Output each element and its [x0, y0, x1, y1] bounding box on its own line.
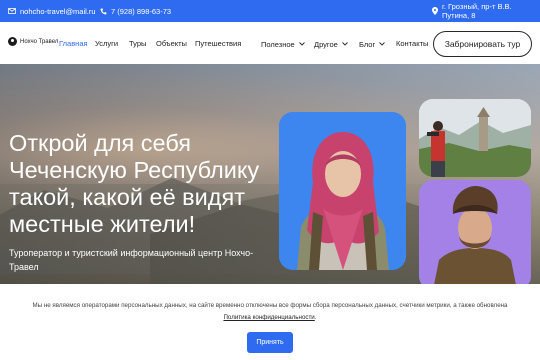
book-tour-button[interactable]: Забронировать тур: [433, 31, 532, 57]
woman-in-headscarf-image: [279, 112, 406, 270]
phone-contact[interactable]: 7 (928) 898-63-73: [100, 0, 171, 22]
phone-text: 7 (928) 898-63-73: [111, 6, 172, 16]
mail-icon: [8, 8, 16, 14]
nav-item-services[interactable]: Услуги: [95, 39, 118, 48]
cookie-notice-text: Мы не являемся операторами персональных …: [32, 302, 508, 309]
chevron-down-icon: [298, 39, 305, 48]
nav-item-travels[interactable]: Путешествия: [195, 39, 241, 48]
nav-item-other-label: Другое: [314, 40, 338, 49]
man-in-papakha-photo-card: [419, 180, 531, 290]
nav-item-blog[interactable]: Блог: [359, 39, 386, 49]
phone-icon: [100, 8, 107, 15]
nav-item-tours[interactable]: Туры: [129, 39, 146, 48]
chevron-down-icon: [379, 39, 386, 48]
nav-item-other[interactable]: Другое: [314, 39, 348, 49]
nav-item-useful[interactable]: Полезное: [261, 39, 305, 49]
address-text: г. Грозный, пр-т В.В. Путина, 8: [442, 2, 512, 20]
logo-text: Нохчо Травел: [20, 38, 59, 45]
mountain-tower-image: [419, 99, 531, 177]
man-in-papakha-image: [419, 180, 531, 290]
cookie-notice: Мы не являемся операторами персональных …: [10, 300, 530, 324]
cookie-banner: Мы не являемся операторами персональных …: [0, 284, 540, 360]
location-pin-icon: [432, 7, 438, 15]
site-logo[interactable]: Нохчо Травел: [8, 37, 58, 46]
email-text: nohcho-travel@mail.ru: [20, 6, 96, 16]
nav-item-home[interactable]: Главная: [59, 39, 88, 48]
privacy-policy-link[interactable]: Политика конфиденциальности: [223, 314, 314, 321]
chevron-down-icon: [342, 39, 348, 48]
top-contact-bar: nohcho-travel@mail.ru 7 (928) 898-63-73 …: [0, 0, 540, 22]
woman-photo-card: [279, 112, 406, 270]
nav-item-useful-label: Полезное: [261, 40, 295, 49]
hero-title: Открой для себя Чеченскую Республику так…: [9, 130, 260, 237]
nav-item-blog-label: Блог: [359, 40, 376, 49]
logo-mark-icon: [8, 37, 17, 46]
accept-cookies-button[interactable]: Принять: [247, 332, 293, 353]
nav-item-contacts[interactable]: Контакты: [396, 39, 428, 48]
tower-photo-card: [419, 99, 531, 177]
cookie-notice-period: .: [314, 314, 317, 321]
email-contact[interactable]: nohcho-travel@mail.ru: [8, 0, 96, 22]
address-contact: г. Грозный, пр-т В.В. Путина, 8: [432, 0, 540, 22]
hero-subtitle: Туроператор и туристский информационный …: [9, 248, 254, 272]
main-navigation: Нохчо Травел Главная Услуги Туры Объекты…: [0, 22, 540, 64]
nav-item-objects[interactable]: Объекты: [156, 39, 187, 48]
